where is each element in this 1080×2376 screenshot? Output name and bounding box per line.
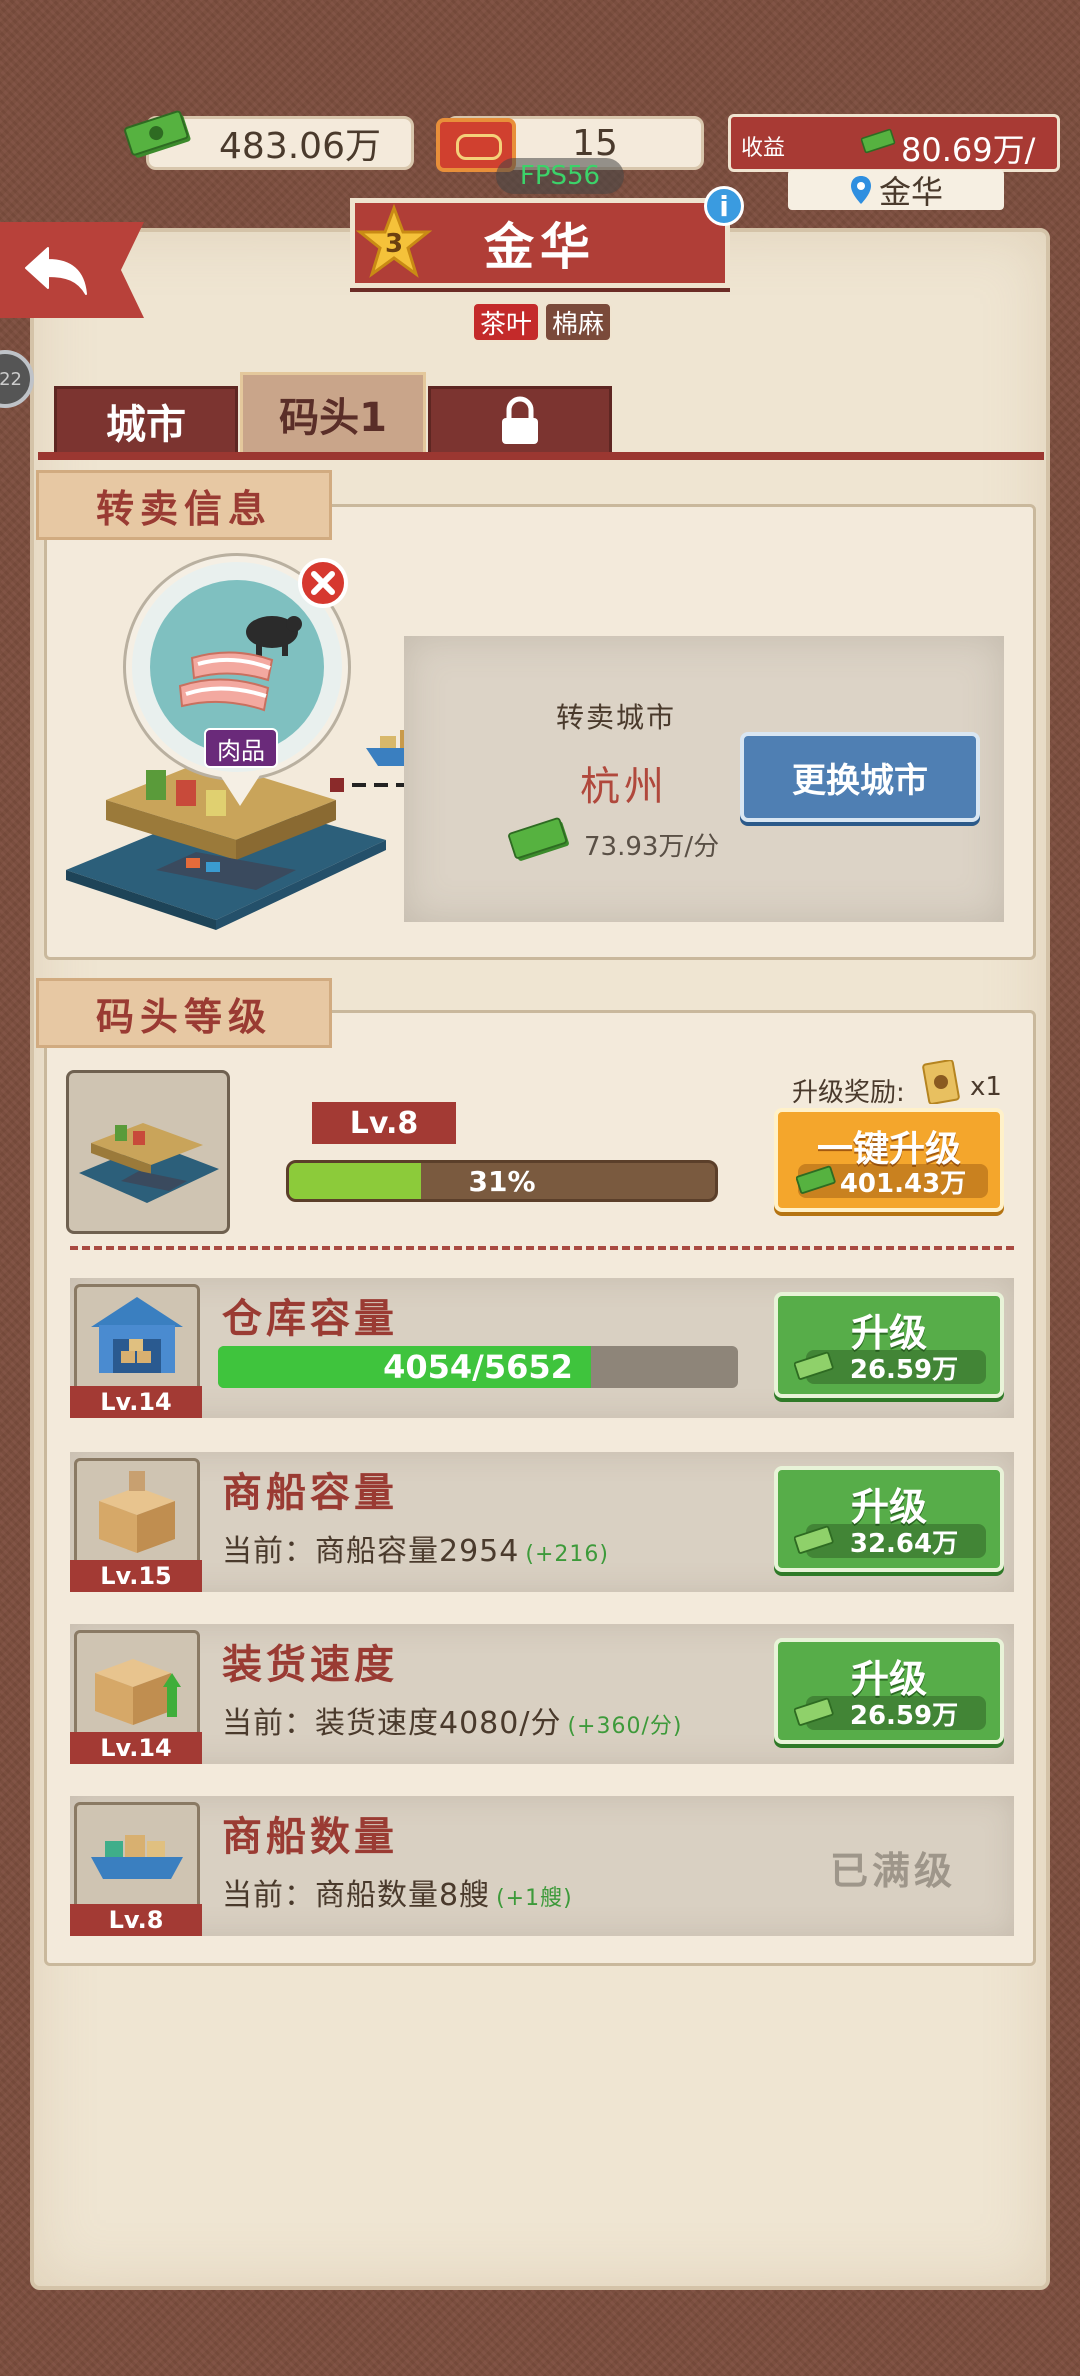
- loading-speed-level: Lv.14: [70, 1732, 202, 1764]
- increment-value: (+360/分): [567, 1714, 683, 1739]
- upgrade-cost-text: 26.59万: [849, 1354, 959, 1385]
- dock-thumbnail: [66, 1070, 230, 1234]
- current-value: 当前：装货速度4080/分: [222, 1706, 562, 1741]
- cash-icon: [794, 1351, 834, 1380]
- cash-icon: [508, 817, 569, 861]
- one-click-upgrade-button[interactable]: 一键升级 401.43万: [774, 1108, 1004, 1212]
- warehouse-title: 仓库容量: [222, 1296, 398, 1342]
- upgrade-warehouse-button[interactable]: 升级 26.59万: [774, 1292, 1004, 1398]
- change-city-label: 更换城市: [792, 760, 928, 801]
- section-title-text: 码头等级: [95, 994, 272, 1039]
- resale-target-label: 转卖城市: [556, 701, 677, 734]
- income-label: 收益: [741, 136, 786, 161]
- city-name: 金华: [484, 218, 596, 276]
- increment-value: (+216): [525, 1542, 609, 1567]
- upgrade-row-ship-count: Lv.8 商船数量 当前：商船数量8艘 (+1艘) 已满级: [70, 1796, 1014, 1936]
- tag-label: 茶叶: [480, 309, 533, 340]
- product-label: 肉品: [204, 728, 278, 768]
- ship-count-current: 当前：商船数量8艘 (+1艘): [222, 1870, 573, 1914]
- upgrade-loading-speed-button[interactable]: 升级 26.59万: [774, 1638, 1004, 1744]
- star-level-text: 3: [385, 229, 403, 259]
- lock-icon: [502, 396, 538, 444]
- reward-count: x1: [970, 1072, 1002, 1102]
- bubble-tail: [218, 772, 262, 806]
- resale-rate: 73.93万/分: [584, 832, 720, 862]
- upgrade-ship-capacity-button[interactable]: 升级 32.64万: [774, 1466, 1004, 1572]
- location-display[interactable]: 金华: [788, 170, 1004, 211]
- cash-icon: [794, 1697, 834, 1726]
- location-pin-icon: [850, 176, 871, 204]
- increment-value: (+1艘): [496, 1886, 573, 1911]
- back-arrow-icon: [25, 247, 87, 295]
- city-tag-tea: 茶叶: [472, 302, 541, 342]
- info-icon[interactable]: i: [704, 186, 744, 226]
- upgrade-cost-text: 32.64万: [849, 1528, 959, 1559]
- pork-icon: [178, 616, 302, 712]
- city-tag-cotton: 棉麻: [544, 302, 613, 342]
- upgrade-row-loading-speed: Lv.14 装货速度 当前：装货速度4080/分 (+360/分) 升级 26.5…: [70, 1624, 1014, 1764]
- current-value: 当前：商船数量8艘: [222, 1878, 491, 1913]
- tab-label: 码头1: [279, 395, 387, 441]
- star-level-icon: 3: [356, 204, 432, 278]
- location-name: 金华: [878, 173, 943, 211]
- upgrade-row-warehouse: Lv.14 仓库容量 4054/5652 升级 26.59万: [70, 1278, 1014, 1418]
- remove-product-button[interactable]: [298, 558, 348, 608]
- tab-underline: [38, 452, 1044, 460]
- section-divider: [70, 1246, 1014, 1250]
- resale-target-city: 杭州: [580, 764, 668, 810]
- dock-level-text: Lv.8: [349, 1105, 419, 1141]
- reward-label: 升级奖励:: [792, 1078, 905, 1108]
- current-value: 当前：商船容量2954: [222, 1534, 520, 1569]
- upgrade-cost-text: 26.59万: [849, 1700, 959, 1731]
- dock-level-progress: 31%: [286, 1160, 718, 1202]
- tab-city[interactable]: 城市: [54, 386, 238, 456]
- close-icon: [311, 571, 335, 595]
- warehouse-level: Lv.14: [70, 1386, 202, 1418]
- ship-count-title: 商船数量: [222, 1814, 398, 1860]
- tab-label: 城市: [106, 402, 186, 448]
- loading-speed-title: 装货速度: [222, 1642, 398, 1688]
- tab-dock-1[interactable]: 码头1: [240, 372, 426, 456]
- side-badge[interactable]: 22: [0, 350, 34, 408]
- max-level-status: 已满级: [830, 1849, 957, 1893]
- warehouse-capacity-bar: 4054/5652: [218, 1346, 738, 1388]
- change-city-button[interactable]: 更换城市: [740, 732, 980, 822]
- cash-icon: [124, 110, 191, 158]
- info-icon-glyph: i: [719, 189, 729, 223]
- ship-capacity-title: 商船容量: [222, 1470, 398, 1516]
- product-name: 肉品: [217, 736, 265, 765]
- dock-level-section-title: 码头等级: [36, 978, 332, 1048]
- resale-section-title: 转卖信息: [36, 470, 332, 540]
- fps-counter: FPS56: [496, 158, 624, 194]
- loading-speed-current: 当前：装货速度4080/分 (+360/分): [222, 1698, 682, 1742]
- one-click-cost-text: 401.43万: [839, 1168, 967, 1199]
- tab-locked[interactable]: [428, 386, 612, 456]
- warehouse-capacity-text: 4054/5652: [383, 1348, 573, 1386]
- income-display: 收益 80.69万/分: [728, 114, 1060, 215]
- ship-count-level: Lv.8: [70, 1904, 202, 1936]
- cash-icon: [796, 1165, 836, 1194]
- dock-level-badge: Lv.8: [312, 1102, 456, 1144]
- tag-label: 棉麻: [552, 309, 605, 340]
- cash-value: 483.06万: [219, 126, 381, 167]
- dock-thumbnail-icon: [79, 1123, 219, 1203]
- dock-level-progress-text: 31%: [468, 1164, 536, 1198]
- ship-capacity-level: Lv.15: [70, 1560, 202, 1592]
- reward-card-icon: [922, 1060, 960, 1104]
- ship-capacity-current: 当前：商船容量2954 (+216): [222, 1526, 609, 1570]
- section-title-text: 转卖信息: [95, 486, 272, 531]
- cash-icon: [861, 128, 896, 154]
- side-badge-text: 22: [0, 368, 22, 390]
- upgrade-row-ship-capacity: Lv.15 商船容量 当前：商船容量2954 (+216) 升级 32.64万: [70, 1452, 1014, 1592]
- cash-icon: [794, 1525, 834, 1554]
